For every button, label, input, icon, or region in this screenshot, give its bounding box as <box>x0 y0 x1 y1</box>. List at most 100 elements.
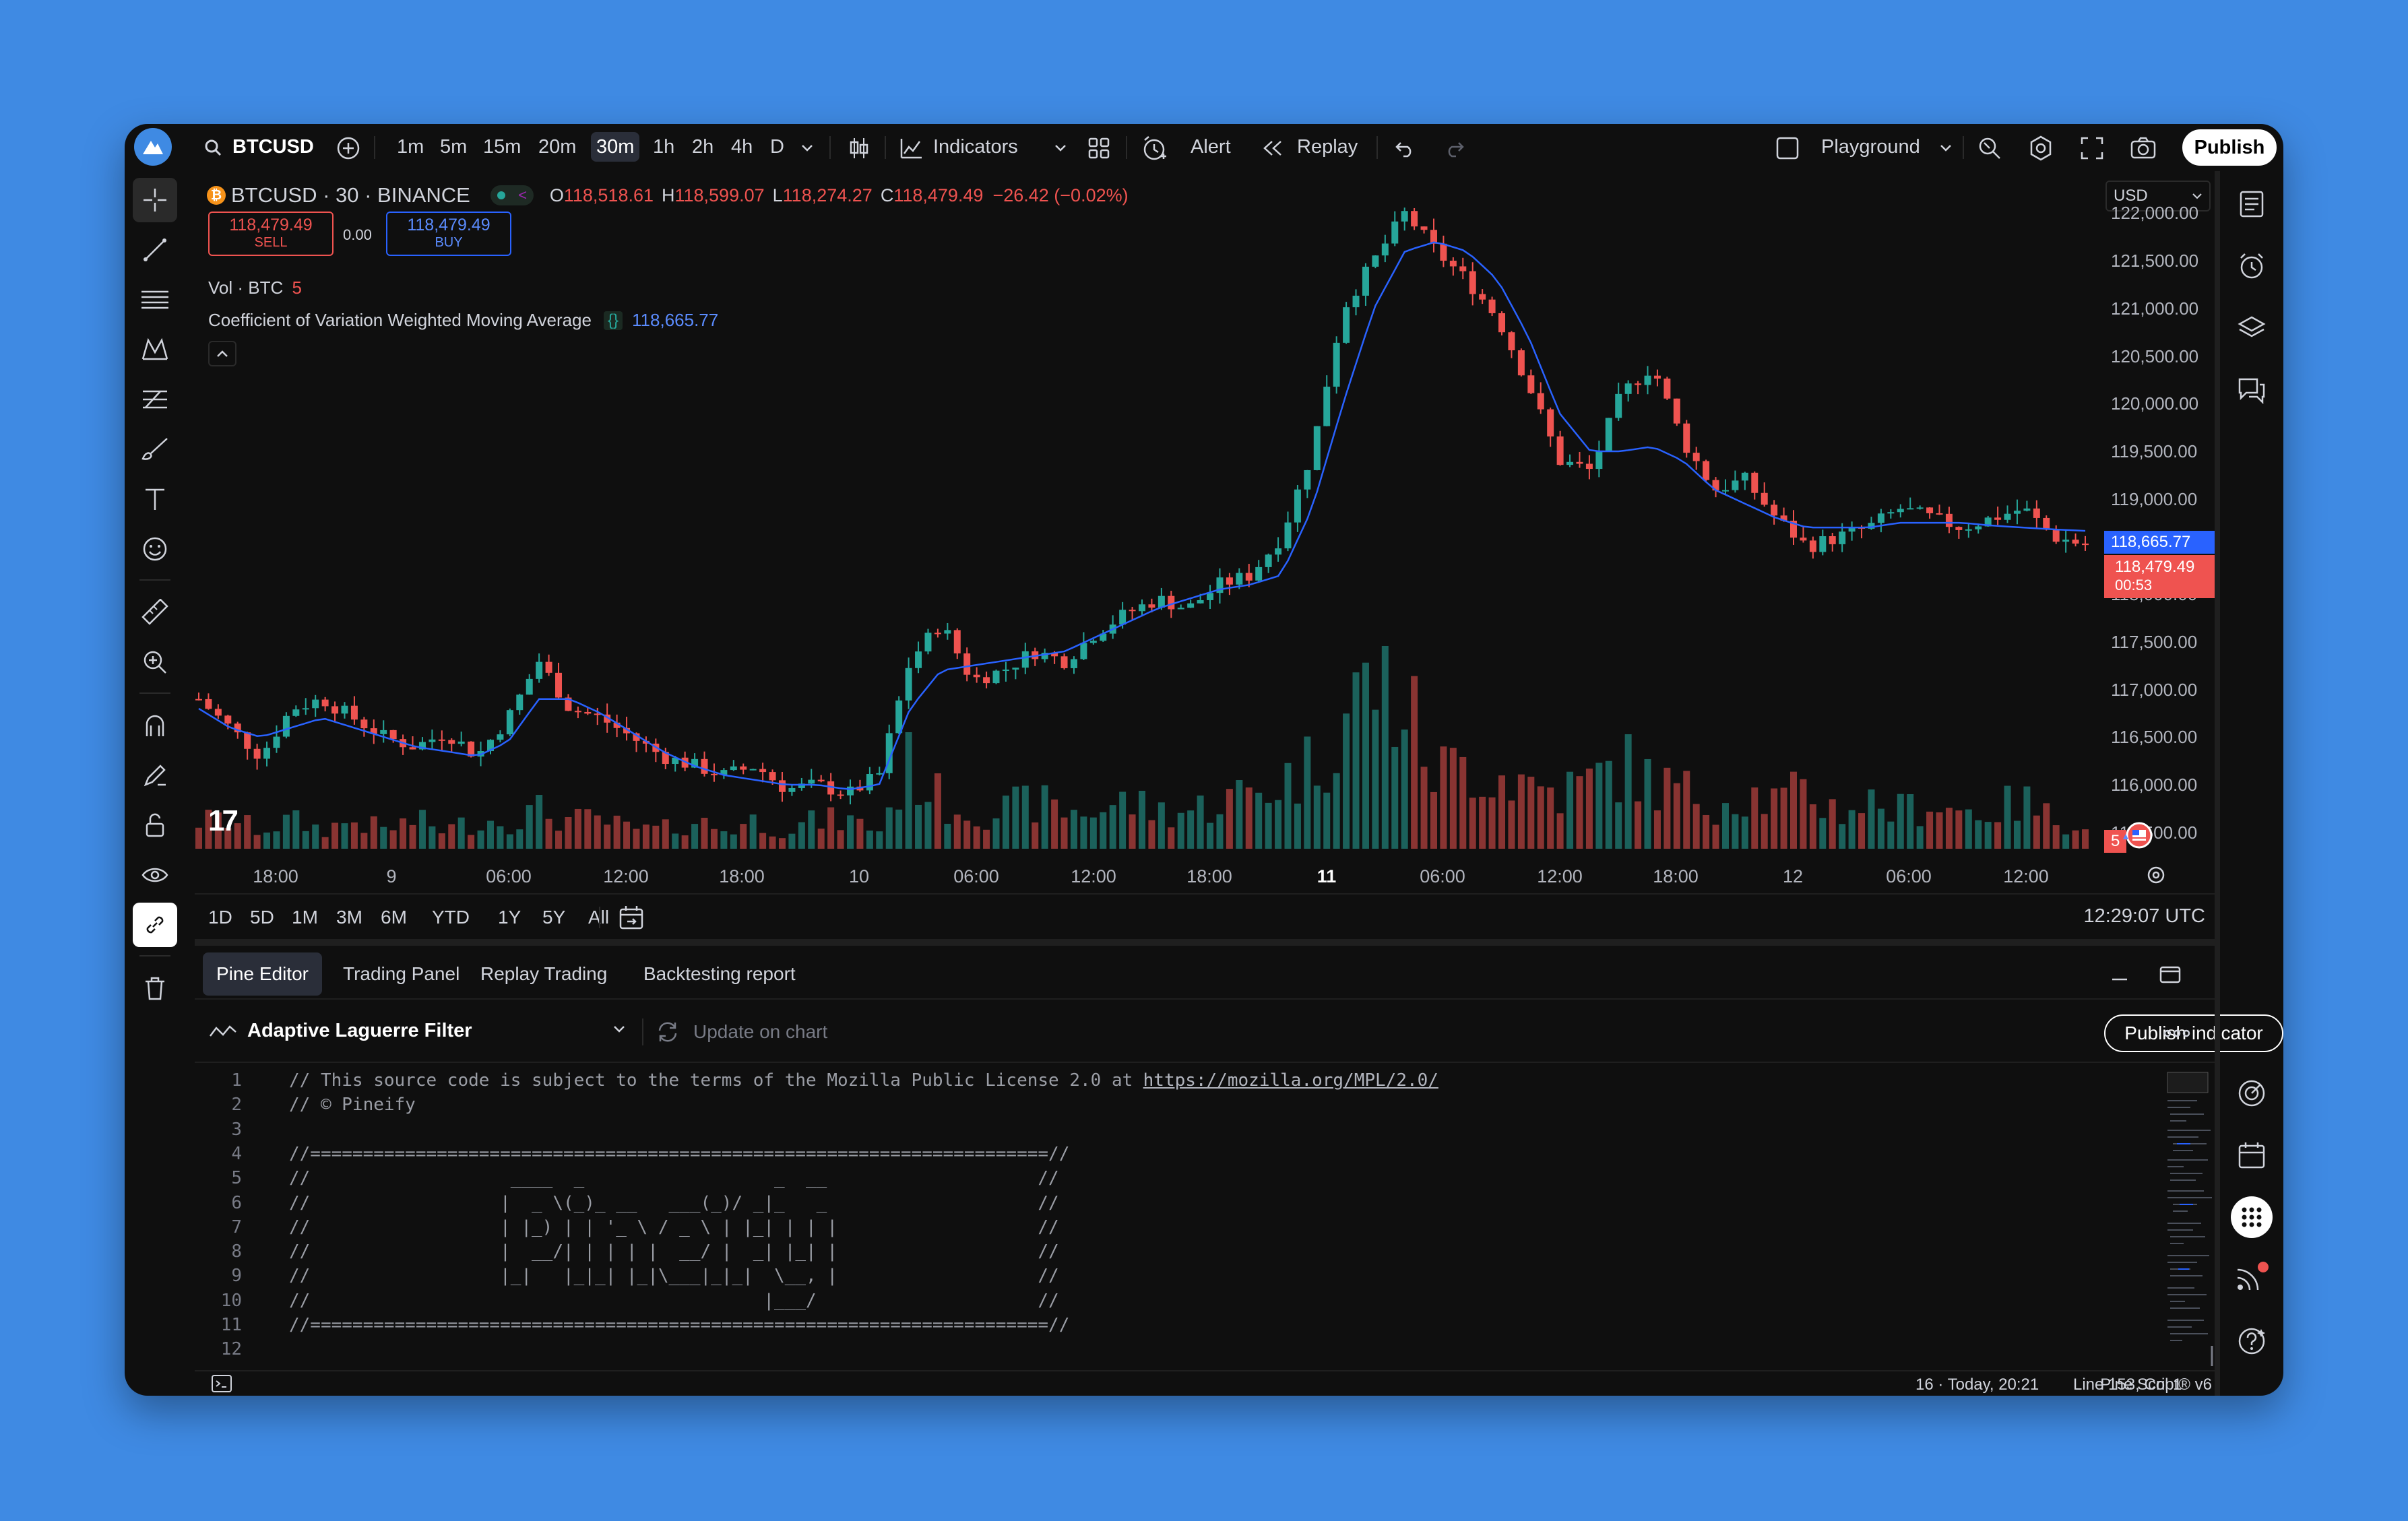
interval-5m[interactable]: 5m <box>435 132 472 162</box>
script-chevron-down-icon[interactable] <box>612 1024 629 1040</box>
refresh-icon[interactable] <box>654 1018 681 1045</box>
tab-replay-trading[interactable]: Replay Trading <box>467 952 621 996</box>
range-1d[interactable]: 1D <box>208 907 232 928</box>
interval-chevron-down-icon[interactable] <box>798 139 816 156</box>
layout-name[interactable]: Playground <box>1821 124 1920 170</box>
calendar-icon[interactable] <box>2235 1138 2269 1172</box>
alert-button[interactable]: Alert <box>1191 124 1231 170</box>
replay-icon[interactable] <box>1261 136 1285 160</box>
range-5d[interactable]: 5D <box>250 907 274 928</box>
tab-backtesting-report[interactable]: Backtesting report <box>630 952 809 996</box>
version-status[interactable]: 16 · Today, 20:21 <box>1915 1376 2039 1394</box>
magnet-tool[interactable] <box>133 703 177 748</box>
chart-panel[interactable]: ₿ BTCUSD · 30 · BINANCE < O 118,518.61 H… <box>195 171 2215 939</box>
update-on-chart-button[interactable]: Update on chart <box>693 1021 827 1043</box>
indicators-icon[interactable] <box>898 135 925 162</box>
interval-1m[interactable]: 1m <box>391 132 429 162</box>
indicator-legend[interactable]: Coefficient of Variation Weighted Moving… <box>208 310 718 331</box>
volume-bar <box>497 826 504 849</box>
tab-pine-editor[interactable]: Pine Editor <box>203 952 322 996</box>
templates-grid-icon[interactable] <box>1085 135 1112 162</box>
symbol-legend[interactable]: ₿ BTCUSD · 30 · BINANCE < O 118,518.61 H… <box>207 183 1129 207</box>
interval-4h[interactable]: 4h <box>726 132 758 162</box>
range-3m[interactable]: 3M <box>336 907 362 928</box>
volume-legend[interactable]: Vol · BTC 5 <box>208 278 302 298</box>
text-tool[interactable] <box>133 477 177 521</box>
interval-20m[interactable]: 20m <box>533 132 581 162</box>
interval-15m[interactable]: 15m <box>478 132 526 162</box>
indicators-button[interactable]: Indicators <box>933 124 1018 170</box>
go-to-date-icon[interactable] <box>618 904 645 931</box>
maximize-panel-icon[interactable] <box>2158 962 2185 989</box>
search-icon[interactable] <box>203 137 223 158</box>
dashboard-gauge-icon[interactable] <box>2235 1076 2269 1110</box>
account-avatar[interactable] <box>134 128 172 166</box>
fib-tool[interactable] <box>133 377 177 422</box>
undo-icon[interactable] <box>1393 136 1417 160</box>
buy-button[interactable]: 118,479.49 BUY <box>386 212 511 256</box>
pattern-tool[interactable] <box>133 327 177 372</box>
license-link[interactable]: https://mozilla.org/MPL/2.0/ <box>1143 1068 1438 1093</box>
language-version[interactable]: Pine Script® v6 <box>2100 1376 2212 1394</box>
help-icon[interactable] <box>2235 1324 2269 1358</box>
redo-icon[interactable] <box>1443 136 1467 160</box>
alarm-clock-icon[interactable] <box>1139 133 1169 163</box>
symbol-search[interactable]: BTCUSD <box>232 124 314 170</box>
panel-divider[interactable] <box>195 939 2215 946</box>
collapse-legend-icon[interactable] <box>208 341 236 366</box>
interval-1h[interactable]: 1h <box>647 132 680 162</box>
range-1y[interactable]: 1Y <box>498 907 521 928</box>
time-scale[interactable]: 18:00 9 06:00 12:00 18:00 10 06:00 12:00 18:00 11… <box>195 861 2101 893</box>
interval-30m[interactable]: 30m <box>591 132 640 162</box>
candles-icon[interactable] <box>846 135 873 162</box>
zoom-tool[interactable] <box>133 640 177 684</box>
tab-trading-panel[interactable]: Trading Panel <box>329 952 473 996</box>
fullscreen-icon[interactable] <box>2079 135 2105 162</box>
range-ytd[interactable]: YTD <box>432 907 470 928</box>
horizontal-lines-tool[interactable] <box>133 278 177 322</box>
brush-tool[interactable] <box>133 427 177 472</box>
lock-tool[interactable] <box>133 803 177 847</box>
script-name[interactable]: Adaptive Laguerre Filter <box>247 1020 472 1042</box>
crosshair-tool[interactable] <box>133 178 177 222</box>
link-tool[interactable] <box>133 903 177 947</box>
camera-icon[interactable] <box>2128 135 2158 162</box>
quick-search-icon[interactable] <box>1975 133 2004 163</box>
trash-tool[interactable] <box>133 966 177 1010</box>
compare-symbol-icon[interactable] <box>336 136 360 160</box>
utc-clock[interactable]: 12:29:07 UTC <box>2083 905 2205 928</box>
apps-grid-icon[interactable] <box>2231 1196 2273 1238</box>
sell-button[interactable]: 118,479.49 SELL <box>208 212 334 256</box>
range-6m[interactable]: 6M <box>381 907 407 928</box>
alerts-clock-icon[interactable] <box>2235 249 2269 283</box>
watchlist-icon[interactable] <box>2235 187 2269 221</box>
minimize-panel-icon[interactable] <box>2110 963 2134 988</box>
stay-in-drawing-tool[interactable] <box>133 753 177 798</box>
indicators-chevron-down-icon[interactable] <box>1052 139 1069 156</box>
emoji-tool[interactable] <box>133 527 177 571</box>
settings-gear-icon[interactable] <box>2026 133 2056 163</box>
layers-icon[interactable] <box>2235 311 2269 345</box>
layout-chevron-down-icon[interactable] <box>1937 139 1955 156</box>
eye-tool[interactable] <box>133 853 177 897</box>
price-chart[interactable] <box>195 171 2215 939</box>
trend-line-tool[interactable] <box>133 228 177 272</box>
layout-checkbox-icon[interactable] <box>1774 135 1801 162</box>
code-minimap[interactable] <box>2163 1070 2215 1367</box>
interval-d[interactable]: D <box>765 132 790 162</box>
console-icon[interactable] <box>211 1374 232 1394</box>
economic-event-icon[interactable] <box>2118 820 2153 850</box>
code-editor[interactable]: 1 // This source code is subject to the t… <box>195 1066 2149 1369</box>
price-scale[interactable]: 122,000.00 121,500.00 121,000.00 120,500.00… <box>2107 171 2215 885</box>
publish-button[interactable]: Publish <box>2182 129 2277 166</box>
range-5y[interactable]: 5Y <box>542 907 565 928</box>
range-1m[interactable]: 1M <box>292 907 318 928</box>
chat-icon[interactable] <box>2235 373 2269 407</box>
tradingview-logo[interactable]: 17 <box>208 804 239 838</box>
replay-button[interactable]: Replay <box>1297 124 1358 170</box>
scale-settings-gear-icon[interactable] <box>2146 865 2170 889</box>
ruler-tool[interactable] <box>133 590 177 635</box>
signal-feed-icon[interactable] <box>2235 1260 2271 1293</box>
more-options-icon[interactable] <box>2162 1021 2194 1045</box>
interval-2h[interactable]: 2h <box>687 132 719 162</box>
